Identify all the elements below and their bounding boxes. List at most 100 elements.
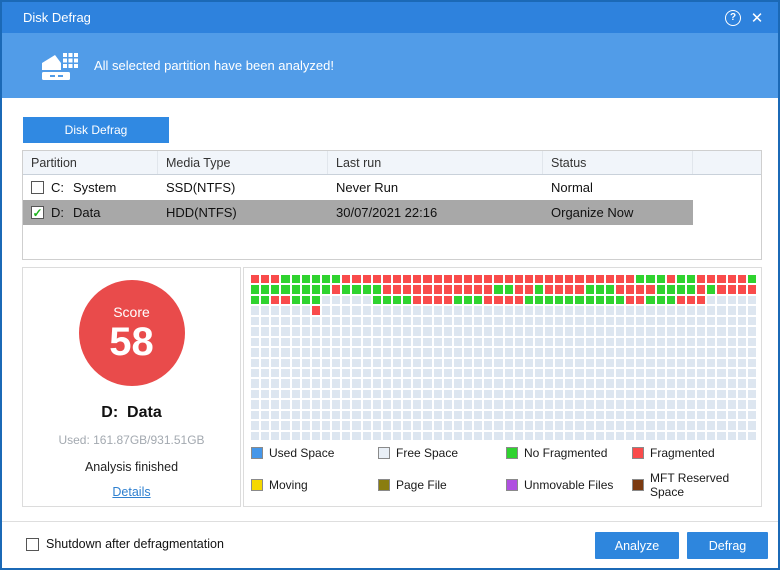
map-cell	[271, 410, 280, 420]
map-cell	[321, 337, 331, 347]
map-cell	[321, 421, 331, 430]
map-cell	[271, 368, 280, 378]
map-cell	[646, 368, 655, 378]
map-cell	[352, 348, 361, 357]
shutdown-option: Shutdown after defragmentation	[26, 537, 224, 551]
map-cell	[382, 358, 391, 367]
close-button[interactable]: ✕	[748, 2, 778, 33]
map-cell	[514, 421, 523, 430]
disk-drive-icon	[40, 50, 78, 82]
map-cell	[342, 348, 351, 357]
shutdown-checkbox[interactable]	[26, 537, 39, 551]
map-cell	[727, 358, 736, 367]
map-cell	[676, 400, 686, 409]
map-cell	[413, 410, 422, 420]
map-cell	[271, 379, 280, 388]
map-cell	[545, 316, 554, 326]
map-cell	[463, 358, 473, 367]
map-cell	[524, 295, 533, 305]
map-cell	[605, 400, 615, 409]
column-header-media-type[interactable]: Media Type	[158, 151, 328, 174]
map-cell	[595, 358, 604, 367]
legend-swatch	[378, 447, 390, 459]
map-cell	[747, 337, 756, 347]
map-cell	[261, 275, 270, 284]
map-cell	[524, 285, 533, 294]
map-cell	[697, 295, 706, 305]
map-cell	[392, 337, 402, 347]
map-cell	[656, 389, 665, 399]
map-cell	[636, 379, 645, 388]
map-cell	[636, 316, 645, 326]
map-cell	[321, 389, 331, 399]
map-cell	[707, 358, 716, 367]
column-header-partition[interactable]: Partition	[23, 151, 158, 174]
map-cell	[382, 368, 391, 378]
map-cell	[595, 410, 604, 420]
map-cell	[545, 379, 554, 388]
map-cell	[605, 285, 615, 294]
map-cell	[403, 275, 412, 284]
map-cell	[697, 275, 706, 284]
partition-row[interactable]: ✓ D: Data HDD(NTFS) 30/07/2021 22:16 Organize…	[23, 200, 761, 225]
map-cell	[301, 358, 310, 367]
map-cell	[687, 368, 696, 378]
map-cell	[311, 368, 320, 378]
map-cell	[271, 421, 280, 430]
map-cell	[474, 306, 483, 315]
details-link[interactable]: Details	[112, 485, 150, 499]
map-cell	[352, 285, 361, 294]
map-cell	[484, 389, 493, 399]
map-cell	[443, 368, 452, 378]
help-button[interactable]: ?	[718, 2, 748, 33]
map-cell	[423, 389, 432, 399]
partition-row[interactable]: C: System SSD(NTFS) Never Run Normal	[23, 175, 761, 200]
map-cell	[676, 358, 686, 367]
map-cell	[352, 368, 361, 378]
map-cell	[687, 358, 696, 367]
defrag-button[interactable]: Defrag	[687, 532, 768, 559]
map-cell	[382, 431, 391, 440]
map-cell	[595, 379, 604, 388]
map-cell	[413, 275, 422, 284]
legend-label: No Fragmented	[524, 446, 608, 460]
map-cell	[291, 285, 300, 294]
map-cell	[565, 306, 574, 315]
map-cell	[453, 410, 462, 420]
analyze-button[interactable]: Analyze	[595, 532, 679, 559]
map-cell	[717, 295, 726, 305]
map-cell	[524, 306, 533, 315]
map-cell	[697, 410, 706, 420]
map-cell	[362, 368, 371, 378]
map-cell	[372, 389, 381, 399]
map-cell	[332, 327, 341, 336]
map-cell	[666, 306, 675, 315]
partition-checkbox[interactable]: ✓	[31, 206, 44, 219]
map-cell	[636, 421, 645, 430]
map-cell	[585, 358, 594, 367]
column-header-status[interactable]: Status	[543, 151, 693, 174]
map-cell	[504, 431, 513, 440]
map-cell	[697, 358, 706, 367]
map-cell	[271, 327, 280, 336]
map-cell	[666, 389, 675, 399]
drive-name: System	[73, 180, 117, 195]
map-cell	[281, 337, 290, 347]
map-cell	[311, 379, 320, 388]
map-cell	[585, 410, 594, 420]
map-cell	[463, 295, 473, 305]
partition-checkbox[interactable]	[31, 181, 44, 194]
map-cell	[616, 285, 625, 294]
map-cell	[534, 431, 544, 440]
map-cell	[484, 285, 493, 294]
column-header-last-run[interactable]: Last run	[328, 151, 543, 174]
map-cell	[626, 368, 635, 378]
map-cell	[382, 379, 391, 388]
map-cell	[565, 400, 574, 409]
map-cell	[646, 421, 655, 430]
tab-disk-defrag[interactable]: Disk Defrag	[23, 117, 169, 143]
map-cell	[646, 306, 655, 315]
map-cell	[443, 275, 452, 284]
map-cell	[676, 327, 686, 336]
map-cell	[403, 316, 412, 326]
